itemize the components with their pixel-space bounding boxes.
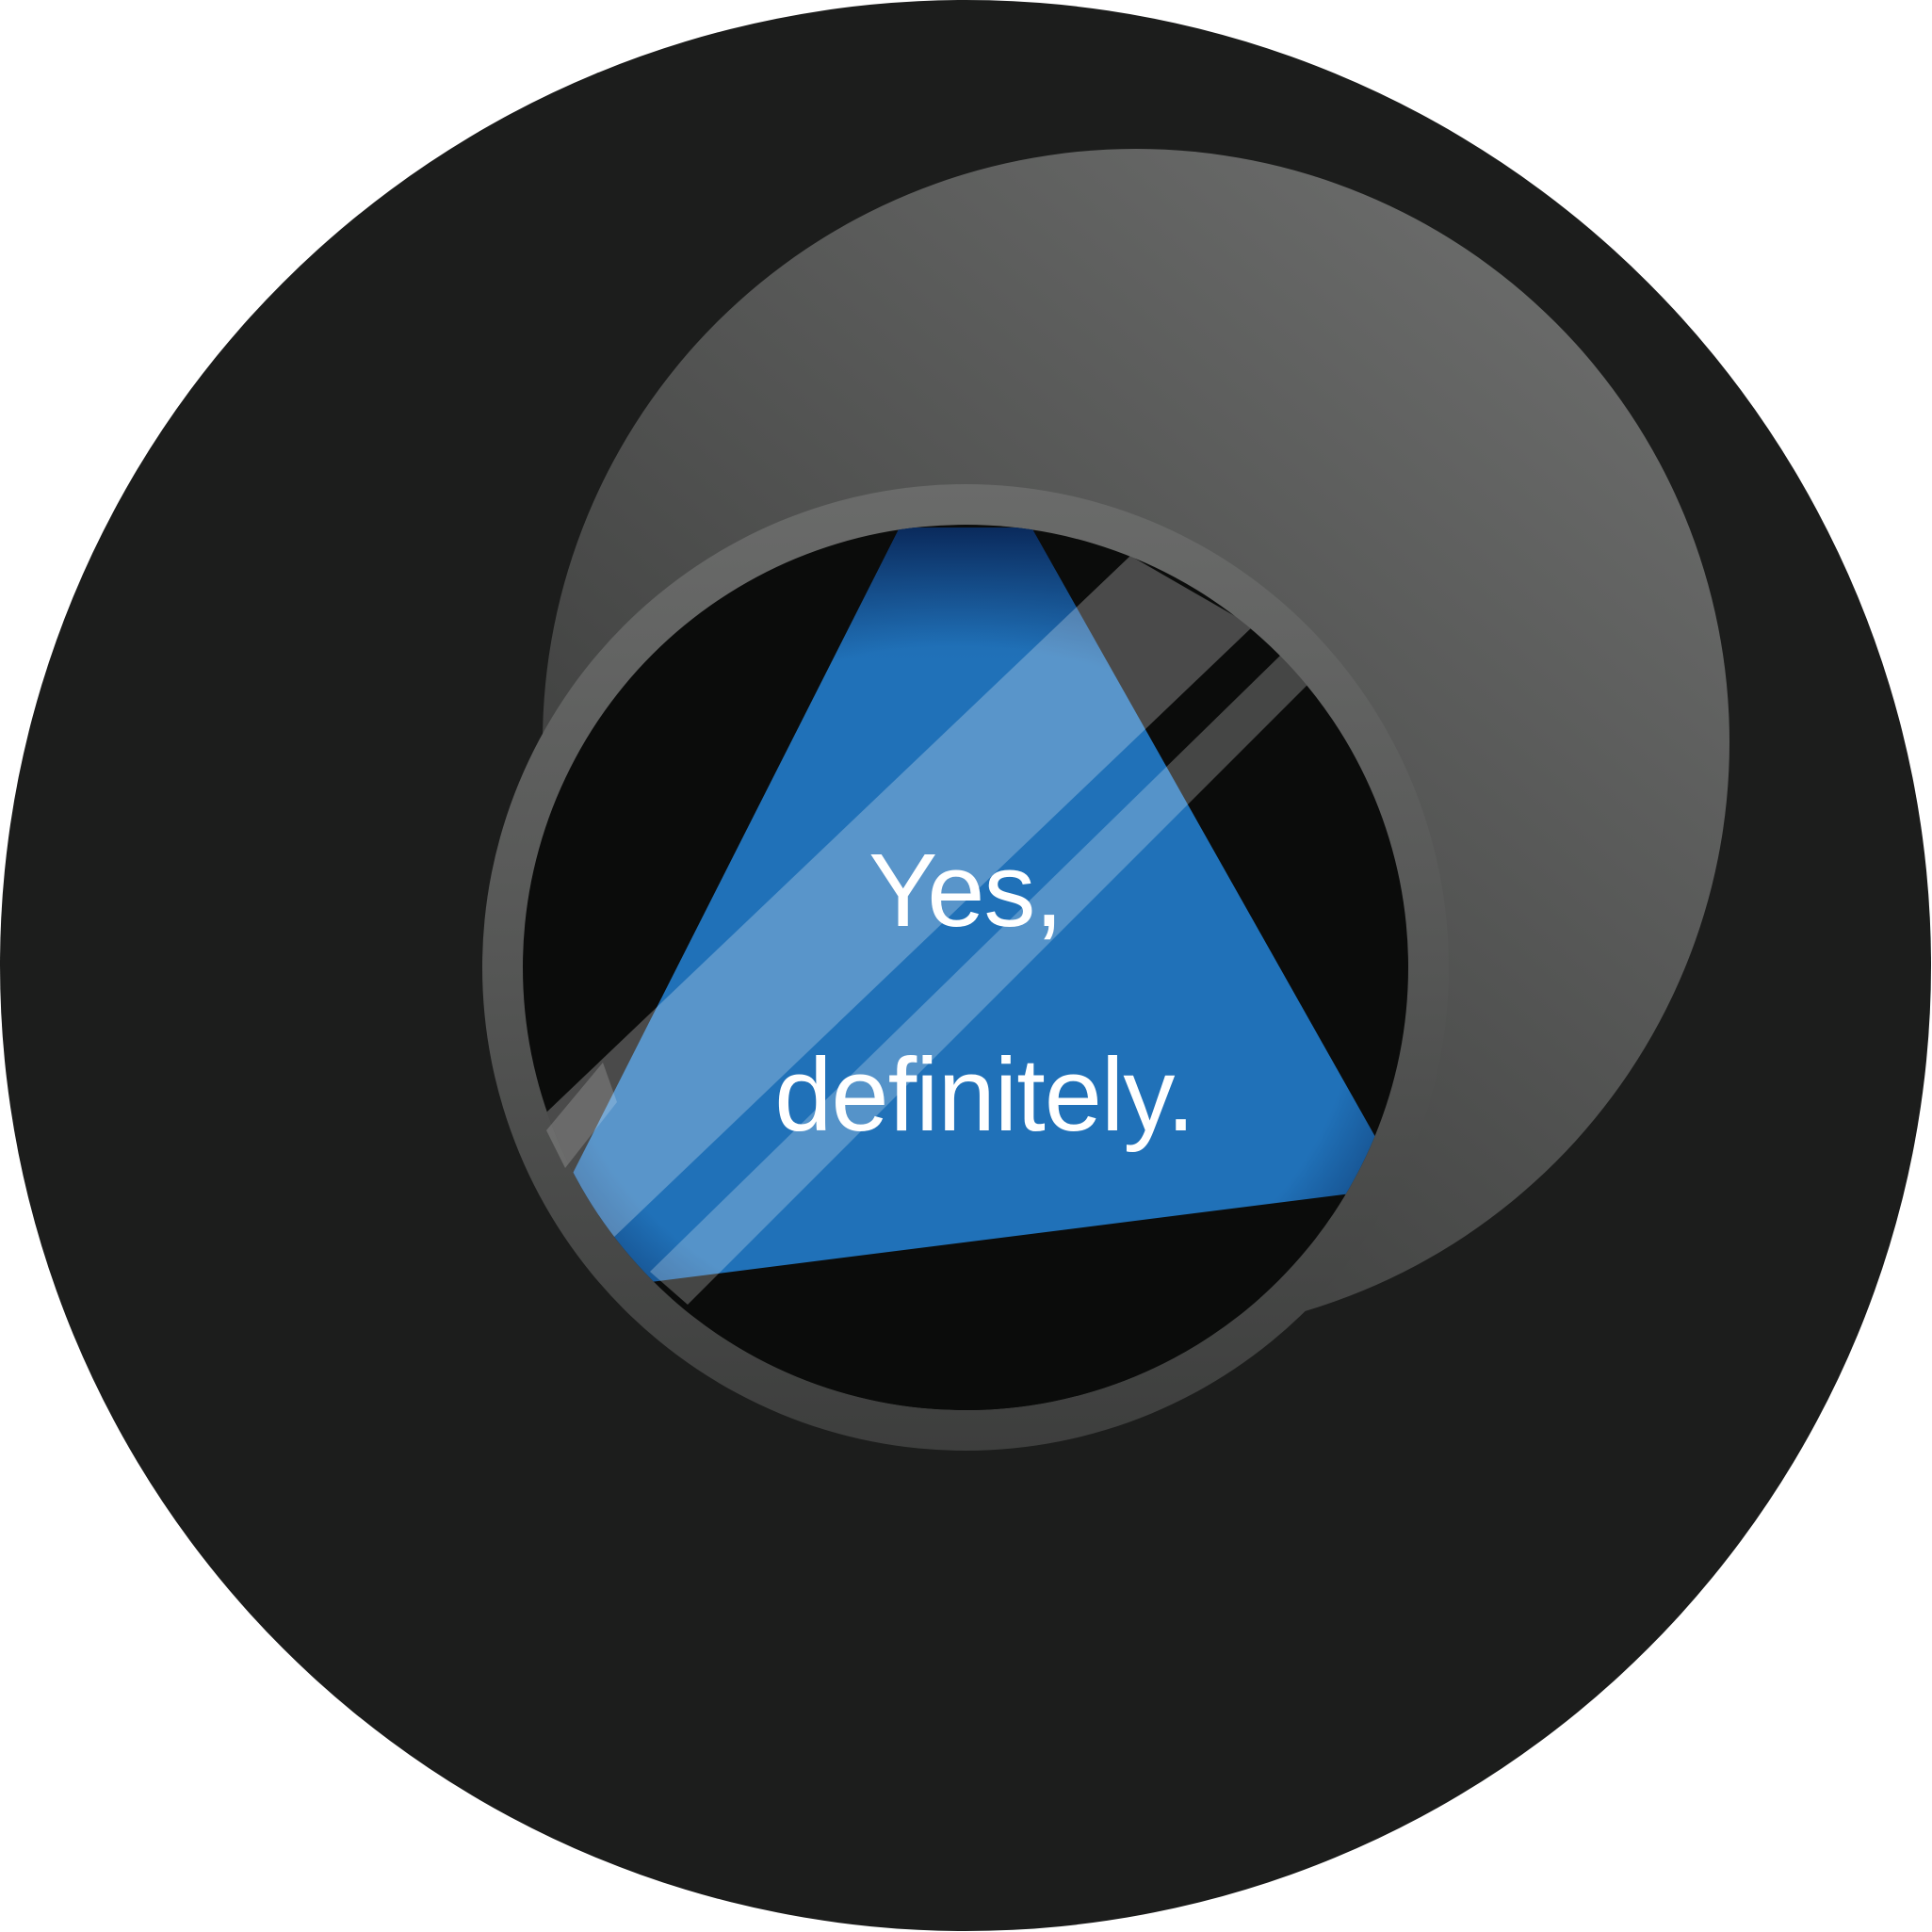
- answer-text-line-2: definitely.: [774, 1037, 1194, 1153]
- magic-8-ball: Yes, definitely.: [0, 0, 1931, 1931]
- answer-text-line-1: Yes,: [869, 833, 1063, 949]
